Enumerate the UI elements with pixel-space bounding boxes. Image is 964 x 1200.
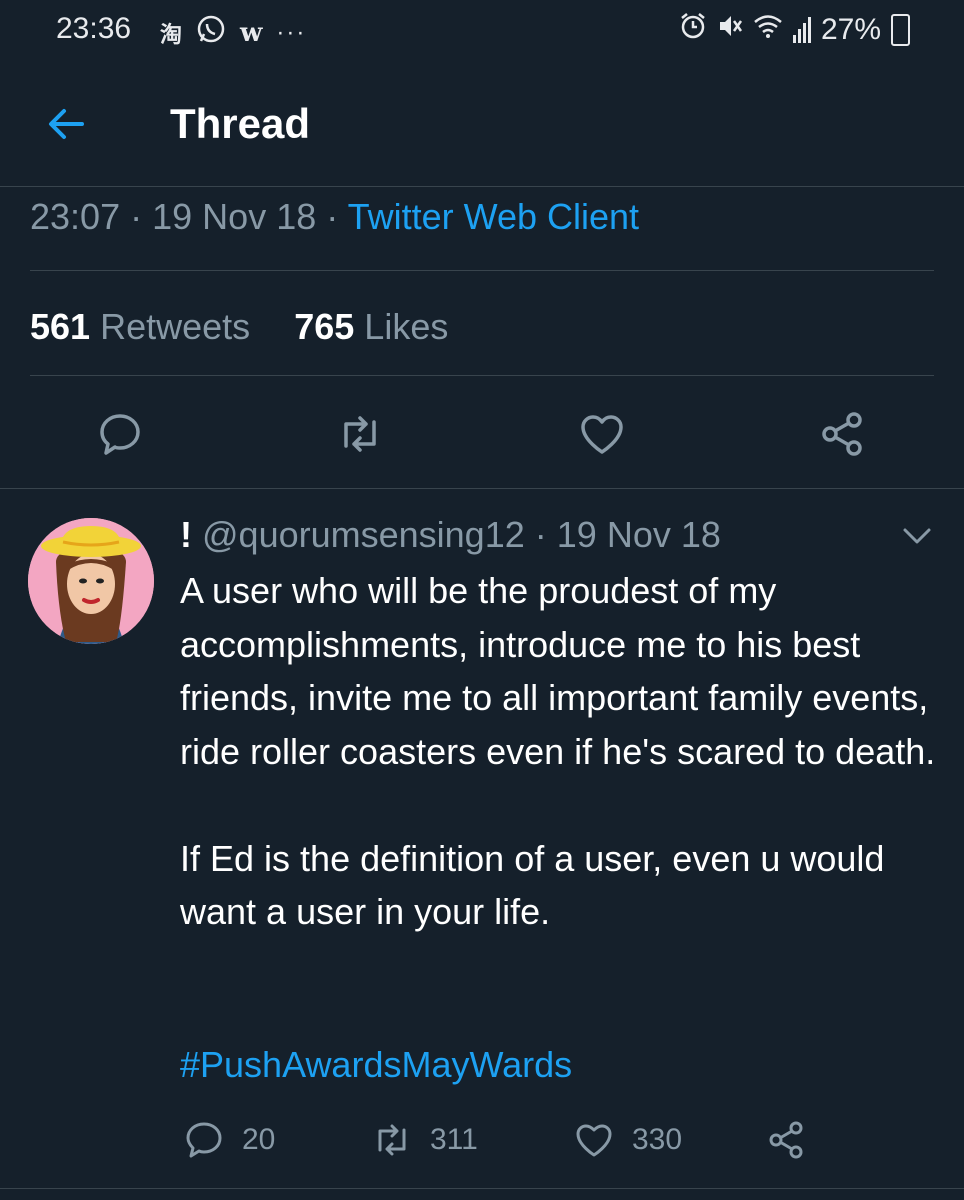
reply-author-name[interactable]: ! <box>180 514 192 555</box>
avatar[interactable] <box>28 518 154 644</box>
status-bar: 23:36 淘 w ··· 27% <box>0 0 964 64</box>
meta-separator: · <box>130 196 143 237</box>
tweet-options-button[interactable] <box>902 524 932 548</box>
tweet-time: 23:07 <box>30 196 121 237</box>
reply-icon <box>100 414 140 455</box>
tweet-date: 19 Nov 18 <box>152 196 317 237</box>
arrow-left-icon <box>49 109 84 139</box>
reply-like-button[interactable]: 330 <box>574 1120 682 1160</box>
mute-icon <box>717 12 743 48</box>
page-title: Thread <box>170 100 311 147</box>
alarm-icon <box>679 12 707 48</box>
reply-date: 19 Nov 18 <box>556 514 721 555</box>
tweet-meta: 23:07 · 19 Nov 18 · Twitter Web Client <box>30 196 639 238</box>
taobao-icon: 淘 <box>160 21 183 47</box>
w-app-icon: w <box>240 17 263 48</box>
status-time: 23:36 <box>56 12 132 45</box>
meta-separator: · <box>534 514 547 555</box>
actions-divider <box>0 488 964 489</box>
back-button[interactable] <box>46 104 86 144</box>
reply-icon <box>186 1122 222 1158</box>
share-button[interactable] <box>818 410 866 458</box>
reply-retweet-button[interactable]: 311 <box>372 1120 478 1160</box>
retweets-stat[interactable]: 561 Retweets <box>30 306 250 347</box>
reply-share-button[interactable] <box>766 1120 806 1160</box>
reply-retweets-count: 311 <box>430 1123 478 1156</box>
more-dots-icon: ··· <box>276 18 307 46</box>
whatsapp-icon <box>196 14 226 51</box>
retweet-icon <box>378 1124 406 1156</box>
tweet-stats: 561 Retweets 765 Likes <box>30 306 448 348</box>
likes-stat[interactable]: 765 Likes <box>294 306 448 347</box>
avatar-illustration <box>28 518 154 644</box>
share-icon <box>769 1121 803 1159</box>
tweet-client-link[interactable]: Twitter Web Client <box>348 196 639 237</box>
retweet-button[interactable] <box>336 410 384 458</box>
wifi-icon <box>753 13 783 47</box>
battery-icon <box>891 14 910 46</box>
reply-reply-button[interactable]: 20 <box>184 1120 275 1160</box>
reply-replies-count: 20 <box>242 1123 276 1156</box>
battery-percent: 27% <box>820 13 881 46</box>
meta-separator: · <box>326 196 339 237</box>
heart-icon <box>576 1124 612 1157</box>
likes-label: Likes <box>364 306 449 347</box>
status-app-icons: 淘 w ··· <box>160 14 306 51</box>
meta-divider <box>30 270 934 271</box>
reply-handle[interactable]: @quorumsensing12 <box>202 514 525 555</box>
retweets-label: Retweets <box>100 306 251 347</box>
likes-count: 765 <box>294 306 355 347</box>
bottom-divider <box>0 1188 964 1189</box>
share-icon <box>822 412 862 456</box>
stats-divider <box>30 375 934 376</box>
hashtag-link[interactable]: #PushAwardsMayWards <box>180 1044 572 1086</box>
like-button[interactable] <box>578 410 626 458</box>
retweets-count: 561 <box>30 306 91 347</box>
retweet-icon <box>344 416 376 452</box>
reply-text: A user who will be the proudest of my ac… <box>180 570 936 932</box>
status-right: 27% <box>679 12 910 48</box>
signal-icon <box>792 17 811 43</box>
reply-header: ! @quorumsensing12 · 19 Nov 18 <box>180 514 721 556</box>
reply-button[interactable] <box>96 410 144 458</box>
chevron-down-icon <box>903 528 931 544</box>
reply-likes-count: 330 <box>632 1123 683 1156</box>
header-divider <box>0 186 964 187</box>
heart-icon <box>581 415 623 454</box>
